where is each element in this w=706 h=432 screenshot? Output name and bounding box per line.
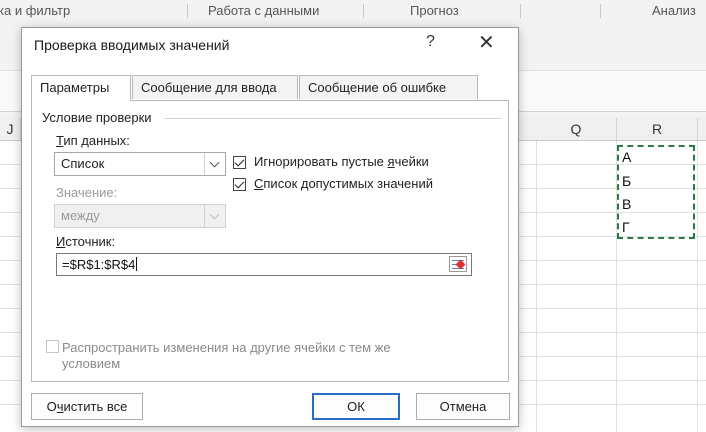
column-header-q[interactable]: Q	[536, 118, 617, 140]
chevron-down-icon	[204, 205, 225, 227]
column-header-r[interactable]: R	[617, 118, 698, 140]
source-label-accel: И	[56, 234, 66, 249]
in-cell-dropdown-label[interactable]: Список допустимых значений	[254, 176, 433, 191]
apply-all-line2: условием	[62, 356, 121, 371]
tab-error-alert[interactable]: Сообщение об ошибке	[299, 75, 478, 99]
ignore-blank-label-post: чейки	[394, 154, 429, 169]
data-label: Значение:	[56, 185, 118, 200]
ribbon-group-forecast: Прогноз	[410, 3, 459, 18]
ignore-blank-label[interactable]: Игнорировать пустые ячейки	[254, 154, 429, 169]
ribbon-separator	[187, 4, 188, 18]
ignore-blank-label-pre: Игнорировать пустые	[254, 154, 388, 169]
source-value: =$R$1:$R$4	[62, 257, 138, 272]
ignore-blank-checkbox[interactable]	[233, 156, 246, 169]
close-icon[interactable]: ✕	[478, 30, 495, 55]
ignore-blank-label-accel: я	[387, 154, 395, 169]
ribbon-separator	[600, 4, 601, 18]
chevron-down-icon[interactable]	[204, 153, 225, 175]
cancel-button[interactable]: Отмена	[416, 393, 510, 420]
tab-settings[interactable]: Параметры	[31, 75, 131, 101]
clear-all-rest: истить все	[63, 399, 128, 414]
in-cell-dropdown-text: писок допустимых значений	[263, 176, 433, 191]
source-input[interactable]: =$R$1:$R$4	[56, 253, 472, 276]
ribbon-separator	[363, 4, 364, 18]
ribbon-separator	[520, 4, 521, 18]
allow-label-text: ип данных:	[63, 133, 130, 148]
copy-selection-marquee	[617, 145, 695, 239]
data-operator-value: между	[61, 208, 100, 223]
help-button[interactable]: ?	[426, 33, 435, 51]
text-caret	[136, 257, 138, 271]
ok-button[interactable]: ОК	[312, 393, 400, 420]
source-value-text: =$R$1:$R$4	[62, 257, 136, 272]
ribbon-group-sort-filter: ка и фильтр	[0, 3, 71, 18]
allow-type-select[interactable]: Список	[54, 152, 226, 176]
data-operator-select: между	[54, 204, 226, 228]
in-cell-dropdown-checkbox[interactable]	[233, 178, 246, 191]
collapse-dialog-icon[interactable]	[449, 256, 467, 272]
grid-col-line	[536, 141, 537, 432]
apply-all-label: Распространить изменения на другие ячейк…	[62, 340, 442, 372]
ribbon-group-analysis: Анализ	[652, 3, 696, 18]
group-divider	[164, 118, 502, 119]
apply-all-checkbox	[46, 340, 59, 353]
ribbon-group-data-tools: Работа с данными	[208, 3, 320, 18]
ribbon-group-labels: ка и фильтр Работа с данными Прогноз Ана…	[0, 0, 706, 23]
clear-all-button[interactable]: Очистить все	[31, 393, 143, 420]
tab-input-message[interactable]: Сообщение для ввода	[132, 75, 298, 99]
apply-all-line1: Распространить изменения на другие ячейк…	[62, 340, 391, 355]
validation-criteria-label: Условие проверки	[42, 110, 156, 125]
dialog-title: Проверка вводимых значений	[34, 37, 230, 53]
clear-all-accel: ч	[56, 399, 64, 414]
allow-label: Тип данных:	[56, 133, 130, 148]
source-label-text: сточник:	[65, 234, 116, 249]
allow-type-value: Список	[61, 156, 105, 171]
clear-all-pre: О	[46, 399, 57, 414]
data-validation-dialog: Проверка вводимых значений ? ✕ Параметры…	[21, 27, 519, 427]
in-cell-dropdown-accel: С	[254, 176, 264, 191]
column-header-j[interactable]: J	[0, 118, 21, 140]
source-label: Источник:	[56, 234, 115, 249]
grid-col-line	[697, 141, 698, 432]
tab-bar: Параметры Сообщение для ввода Сообщение …	[31, 75, 509, 101]
